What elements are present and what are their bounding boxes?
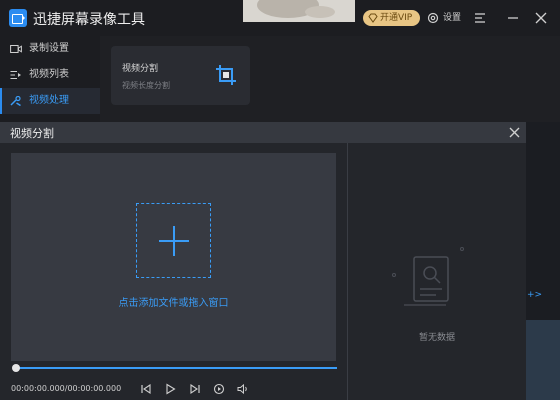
tools-icon: [10, 96, 21, 106]
sidebar: 录制设置 视频列表 视频处理: [0, 36, 100, 122]
preview-thumbnail: [243, 0, 355, 22]
loop-icon[interactable]: [213, 383, 225, 395]
panel-divider: [347, 143, 348, 400]
app-title: 迅捷屏幕录像工具: [33, 12, 145, 28]
sidebar-item-video-list[interactable]: 视频列表: [0, 62, 100, 88]
diamond-icon: [368, 13, 378, 23]
app-logo-icon: [9, 9, 27, 27]
empty-state-text: 暂无数据: [418, 333, 455, 343]
file-drop-area[interactable]: 点击添加文件或拖入窗口: [11, 153, 336, 361]
list-icon: [10, 71, 21, 79]
volume-icon[interactable]: [237, 383, 249, 395]
close-icon[interactable]: [533, 10, 549, 26]
time-display: 00:00:00.000/00:00:00.000: [11, 384, 122, 393]
tool-card-subtitle: 视频长度分割: [122, 81, 170, 90]
drop-hint-text: 点击添加文件或拖入窗口: [118, 298, 229, 309]
video-split-dialog: 视频分割 点击添加文件或拖入窗口 00:00:00.000/00:00:00.0…: [0, 122, 526, 400]
sidebar-item-label: 视频列表: [29, 69, 69, 80]
crop-icon: [216, 65, 236, 85]
close-icon[interactable]: [508, 126, 521, 139]
tool-card-video-split[interactable]: 视频分割 视频长度分割: [111, 46, 250, 105]
menu-icon[interactable]: [472, 10, 488, 26]
camera-icon: [10, 45, 22, 53]
sidebar-item-video-processing[interactable]: 视频处理: [0, 88, 100, 114]
sidebar-item-label: 视频处理: [29, 95, 69, 106]
title-bar: 迅捷屏幕录像工具 开通VIP 设置: [0, 0, 560, 36]
gear-icon: [427, 12, 439, 24]
vip-label: 开通VIP: [380, 13, 413, 23]
vip-button[interactable]: 开通VIP: [363, 10, 420, 26]
minimize-icon[interactable]: [505, 10, 521, 26]
background-arrow-text: +>: [527, 290, 543, 300]
add-file-button[interactable]: [136, 203, 211, 278]
progress-track[interactable]: [15, 367, 337, 369]
progress-handle[interactable]: [12, 364, 20, 372]
play-icon[interactable]: [164, 383, 176, 395]
tool-card-title: 视频分割: [122, 64, 159, 74]
sidebar-item-record-settings[interactable]: 录制设置: [0, 36, 100, 62]
progress-fill: [15, 367, 337, 369]
background-image-edge: [526, 320, 560, 400]
dialog-header: 视频分割: [0, 122, 526, 143]
settings-label: 设置: [443, 13, 462, 23]
empty-document-icon: [392, 247, 464, 306]
settings-button[interactable]: 设置: [427, 10, 461, 26]
dialog-title: 视频分割: [10, 127, 54, 140]
prev-icon[interactable]: [140, 383, 152, 395]
next-icon[interactable]: [189, 383, 201, 395]
sidebar-item-label: 录制设置: [29, 43, 69, 54]
